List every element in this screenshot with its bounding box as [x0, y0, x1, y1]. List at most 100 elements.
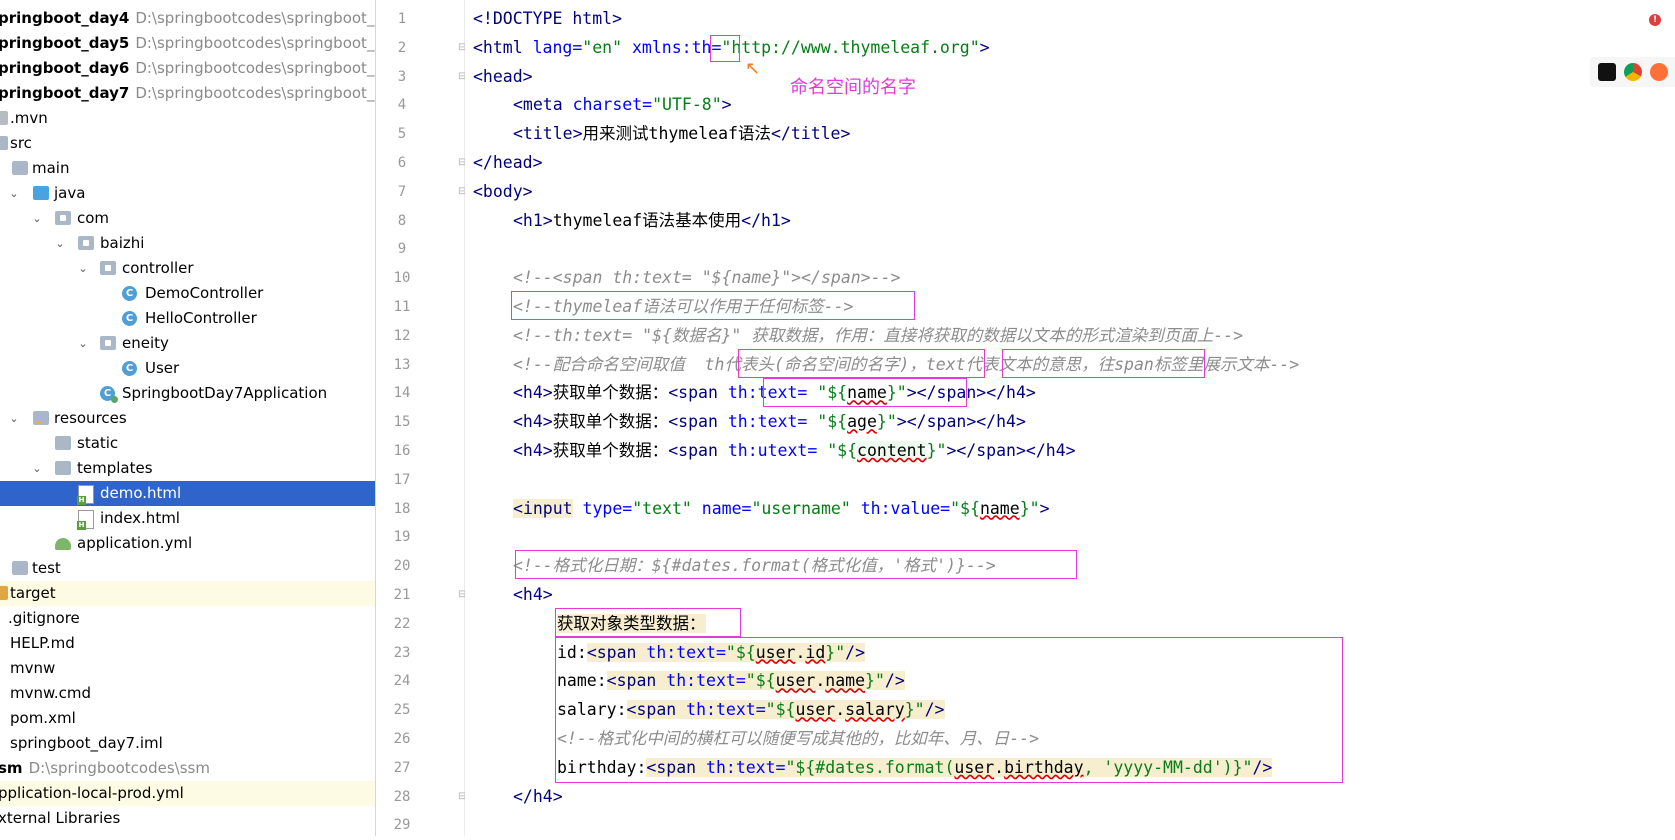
intellij-browser-icon[interactable] [1598, 63, 1616, 81]
tree-item-project-day4[interactable]: pringboot_day4 D:\springbootcodes\springb… [0, 6, 375, 31]
tree-item-main[interactable]: main [0, 156, 375, 181]
code-token: }" [926, 441, 947, 460]
tree-item-project-day6[interactable]: pringboot_day6 D:\springbootcodes\springb… [0, 56, 375, 81]
tree-item-src[interactable]: src [0, 131, 375, 156]
line-number: 22 [393, 615, 411, 632]
code-token: <body> [473, 181, 533, 201]
code-token: }" [876, 412, 897, 432]
code-token: "${ [950, 498, 980, 518]
code-token: > [721, 95, 732, 115]
chevron-down-icon[interactable]: ⌄ [54, 231, 66, 256]
yaml-file-icon [55, 538, 71, 550]
project-path: D:\springbootcodes\springboot_day [135, 84, 376, 102]
tree-item-external-libraries[interactable]: xternal Libraries [0, 806, 375, 831]
tree-item-label: index.html [100, 509, 180, 527]
firefox-icon[interactable] [1650, 63, 1668, 81]
tree-item-label: demo.html [100, 484, 182, 502]
code-token: th [691, 37, 712, 57]
code-line: <!--th:text= "${数据名}" 获取数据，作用：直接将获取的数据以文… [513, 322, 1243, 351]
package-icon [78, 236, 94, 250]
tree-item-mvn[interactable]: .mvn [0, 106, 375, 131]
code-token: name [979, 498, 1020, 518]
class-icon: C [122, 286, 137, 301]
line-number: 27 [393, 759, 411, 776]
code-token: "text" [632, 498, 692, 518]
error-indicator-icon[interactable]: ! [1649, 14, 1661, 26]
package-icon [55, 211, 71, 225]
code-line: <!--<span th:text= "${name}"></span>--> [513, 264, 900, 293]
chevron-down-icon[interactable]: ⌄ [77, 256, 89, 281]
code-token: <span [668, 383, 728, 403]
line-number: 3 [397, 68, 407, 85]
tree-item-democontroller[interactable]: C DemoController [0, 281, 375, 306]
annotation-arrow-icon: ↖ [745, 58, 761, 79]
chrome-icon[interactable] [1624, 63, 1642, 81]
tree-item-target[interactable]: target [0, 581, 375, 606]
tree-item-label: .gitignore [8, 609, 80, 627]
tree-item-application-yml[interactable]: application.yml [0, 531, 375, 556]
tree-item-iml[interactable]: springboot_day7.iml [0, 731, 375, 756]
code-token: </h4> [513, 786, 563, 806]
folder-icon [12, 161, 28, 175]
tree-item-project-ssm[interactable]: sm D:\springbootcodes\ssm [0, 756, 375, 781]
tree-item-help-md[interactable]: HELP.md [0, 631, 375, 656]
code-token: "http://www.thymeleaf.org" [721, 37, 980, 57]
code-token: <meta [513, 95, 573, 115]
tree-item-index-html[interactable]: index.html [0, 506, 375, 531]
tree-item-label: SpringbootDay7Application [122, 384, 328, 402]
code-token: ></span></h4> [946, 441, 1076, 460]
tree-item-java[interactable]: ⌄ java [0, 181, 375, 206]
tree-item-user[interactable]: C User [0, 356, 375, 381]
tree-item-hellocontroller[interactable]: C HelloController [0, 306, 375, 331]
chevron-down-icon[interactable]: ⌄ [8, 181, 20, 206]
code-line: <h4> [513, 581, 553, 610]
annotation-box-date-format [515, 550, 1077, 579]
code-line: </h4> [513, 783, 563, 812]
tree-item-pom-xml[interactable]: pom.xml [0, 706, 375, 731]
line-number: 5 [397, 126, 407, 143]
annotation-box-object-data [555, 608, 741, 637]
tree-item-application-local-prod[interactable]: pplication-local-prod.yml [0, 781, 375, 806]
tree-item-gitignore[interactable]: .gitignore [0, 606, 375, 631]
tree-item-mvnw[interactable]: mvnw [0, 656, 375, 681]
tree-item-com[interactable]: ⌄ com [0, 206, 375, 231]
annotation-box-user-fields [555, 637, 1343, 783]
code-token: type= [572, 498, 633, 518]
tree-item-springbootday7application[interactable]: C SpringbootDay7Application [0, 381, 375, 406]
tree-item-baizhi[interactable]: ⌄ baizhi [0, 231, 375, 256]
code-token: < [513, 498, 523, 518]
tree-item-static[interactable]: static [0, 431, 375, 456]
code-token: 用来测试thymeleaf语法 [582, 124, 771, 144]
code-editor[interactable]: <!DOCTYPE html> <html lang="en" xmlns:th… [465, 0, 1675, 836]
chevron-down-icon[interactable]: ⌄ [31, 456, 43, 481]
code-token: <html [473, 37, 533, 57]
resources-folder-icon [33, 411, 49, 425]
tree-item-mvnw-cmd[interactable]: mvnw.cmd [0, 681, 375, 706]
folder-icon [12, 561, 28, 575]
line-number: 19 [393, 529, 411, 546]
code-line: <meta charset="UTF-8"> [513, 91, 732, 120]
tree-item-project-day7[interactable]: pringboot_day7 D:\springbootcodes\springb… [0, 81, 375, 106]
tree-item-controller[interactable]: ⌄ controller [0, 256, 375, 281]
tree-item-label: target [10, 584, 56, 602]
line-number-gutter: 1 2 3 4 5 6 7 8 9 10 11 12 13 14 15 16 1… [376, 0, 466, 836]
line-number: 18 [393, 500, 411, 517]
code-token: 获取单个数据： [552, 412, 669, 432]
tree-item-project-day5[interactable]: pringboot_day5 D:\springbootcodes\springb… [0, 31, 375, 56]
tree-item-resources[interactable]: ⌄ resources [0, 406, 375, 431]
chevron-down-icon[interactable]: ⌄ [31, 206, 43, 231]
project-name: pringboot_day5 [0, 34, 130, 52]
annotation-box-th-text [763, 378, 967, 407]
code-token: </title> [770, 124, 851, 144]
tree-item-test[interactable]: test [0, 556, 375, 581]
tree-item-eneity[interactable]: ⌄ eneity [0, 331, 375, 356]
tree-item-label: pom.xml [10, 709, 76, 727]
tree-item-demo-html[interactable]: demo.html [0, 481, 375, 506]
code-token: <span [668, 441, 728, 460]
tree-item-templates[interactable]: ⌄ templates [0, 456, 375, 481]
chevron-down-icon[interactable]: ⌄ [77, 331, 89, 356]
code-token: name= [691, 498, 752, 518]
code-line: <!DOCTYPE html> [473, 5, 622, 34]
chevron-down-icon[interactable]: ⌄ [8, 406, 20, 431]
code-token: <title> [513, 124, 583, 144]
